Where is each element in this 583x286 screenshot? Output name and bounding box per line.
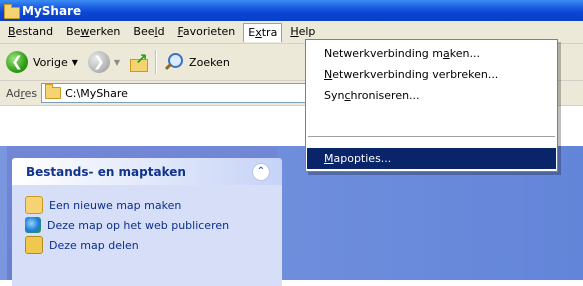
panel-header[interactable]: Bestands- en maptaken ⌃ (12, 158, 282, 185)
chevron-down-icon[interactable]: ▼ (72, 58, 78, 67)
web-publish-icon (25, 217, 41, 233)
address-label: Adres (6, 86, 38, 100)
task-label: Een nieuwe map maken (49, 198, 182, 212)
file-folder-tasks-panel: Bestands- en maptaken ⌃ Een nieuwe map m… (12, 158, 282, 286)
back-arrow-icon: ❮ (6, 51, 28, 73)
task-publish-web[interactable]: Deze map op het web publiceren (12, 215, 282, 235)
menu-item-disconnect-network-drive[interactable]: Netwerkverbinding verbreken... (307, 64, 556, 85)
up-folder-button[interactable]: ↗ (125, 48, 151, 76)
menu-item-synchronize[interactable]: Synchroniseren... (307, 85, 556, 106)
collapse-chevron-icon[interactable]: ⌃ (252, 162, 270, 181)
menu-separator (308, 136, 555, 137)
task-label: Deze map op het web publiceren (47, 218, 230, 232)
title-bar[interactable]: MyShare (0, 0, 583, 21)
task-label: Deze map delen (49, 238, 139, 252)
task-new-folder[interactable]: Een nieuwe map maken (12, 195, 282, 215)
menu-bewerken[interactable]: Bewerken (61, 22, 125, 42)
back-button[interactable]: ❮ Vorige ▼ (3, 48, 81, 76)
panel-title: Bestands- en maptaken (26, 164, 186, 179)
address-input[interactable]: C:\MyShare (41, 83, 344, 103)
extra-menu-dropdown: Netwerkverbinding maken... Netwerkverbin… (305, 39, 558, 172)
menu-favorieten[interactable]: Favorieten (173, 22, 241, 42)
menu-bestand[interactable]: Bestand (3, 22, 58, 42)
new-folder-icon (25, 196, 43, 214)
menu-item-folder-options[interactable]: Mapopties... (307, 148, 556, 169)
menu-item-map-network-drive[interactable]: Netwerkverbinding maken... (307, 43, 556, 64)
chevron-down-icon[interactable]: ▼ (114, 58, 120, 67)
menu-extra[interactable]: Extra (243, 22, 283, 42)
address-value: C:\MyShare (65, 86, 128, 100)
back-label: Vorige (33, 55, 68, 69)
forward-arrow-icon: ❯ (87, 51, 110, 73)
window-title: MyShare (22, 3, 82, 18)
toolbar-separator (155, 50, 158, 74)
search-button[interactable]: Zoeken (161, 48, 233, 76)
folder-icon (4, 4, 20, 19)
up-folder-icon: ↗ (128, 52, 149, 72)
task-share-folder[interactable]: Deze map delen (12, 235, 282, 255)
share-folder-icon (25, 236, 43, 254)
search-label: Zoeken (189, 55, 230, 69)
menu-beeld[interactable]: Beeld (128, 22, 169, 42)
forward-button[interactable]: ❯ ▼ (85, 48, 123, 76)
panel-body: Een nieuwe map maken Deze map op het web… (12, 185, 282, 286)
search-icon (164, 52, 184, 72)
folder-icon (45, 84, 62, 99)
